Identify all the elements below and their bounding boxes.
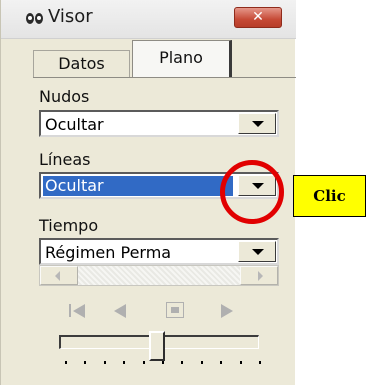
horizontal-scrollbar[interactable] — [39, 265, 279, 286]
binoculars-icon — [26, 13, 43, 24]
scroll-right-button[interactable] — [240, 266, 278, 285]
highlight-circle — [220, 160, 284, 224]
lineas-label: Líneas — [39, 150, 91, 169]
click-callout: Clic — [293, 175, 366, 217]
tiempo-dropdown[interactable]: Régimen Perma — [39, 238, 279, 265]
window-title: Visor — [48, 6, 93, 27]
first-frame-icon[interactable] — [63, 298, 93, 322]
slider-ticks — [65, 361, 261, 365]
nudos-dropdown[interactable]: Ocultar — [39, 110, 279, 137]
tab-datos[interactable]: Datos — [33, 50, 130, 78]
step-back-icon[interactable] — [106, 298, 136, 322]
scroll-left-button[interactable] — [40, 266, 78, 285]
nudos-dropdown-button[interactable] — [238, 113, 276, 134]
title-bar[interactable]: Visor ✕ — [1, 0, 296, 39]
tiempo-dropdown-button[interactable] — [238, 241, 276, 262]
play-icon[interactable] — [212, 298, 242, 322]
tiempo-label: Tiempo — [39, 216, 99, 235]
tab-plano[interactable]: Plano — [132, 40, 232, 78]
stop-icon[interactable] — [161, 298, 191, 322]
nudos-label: Nudos — [39, 87, 90, 106]
nudos-value: Ocultar — [45, 115, 104, 134]
close-button[interactable]: ✕ — [234, 7, 282, 28]
tiempo-value: Régimen Perma — [45, 243, 172, 262]
lineas-value: Ocultar — [43, 176, 233, 196]
slider-thumb[interactable] — [149, 331, 165, 361]
time-slider[interactable] — [51, 331, 269, 373]
